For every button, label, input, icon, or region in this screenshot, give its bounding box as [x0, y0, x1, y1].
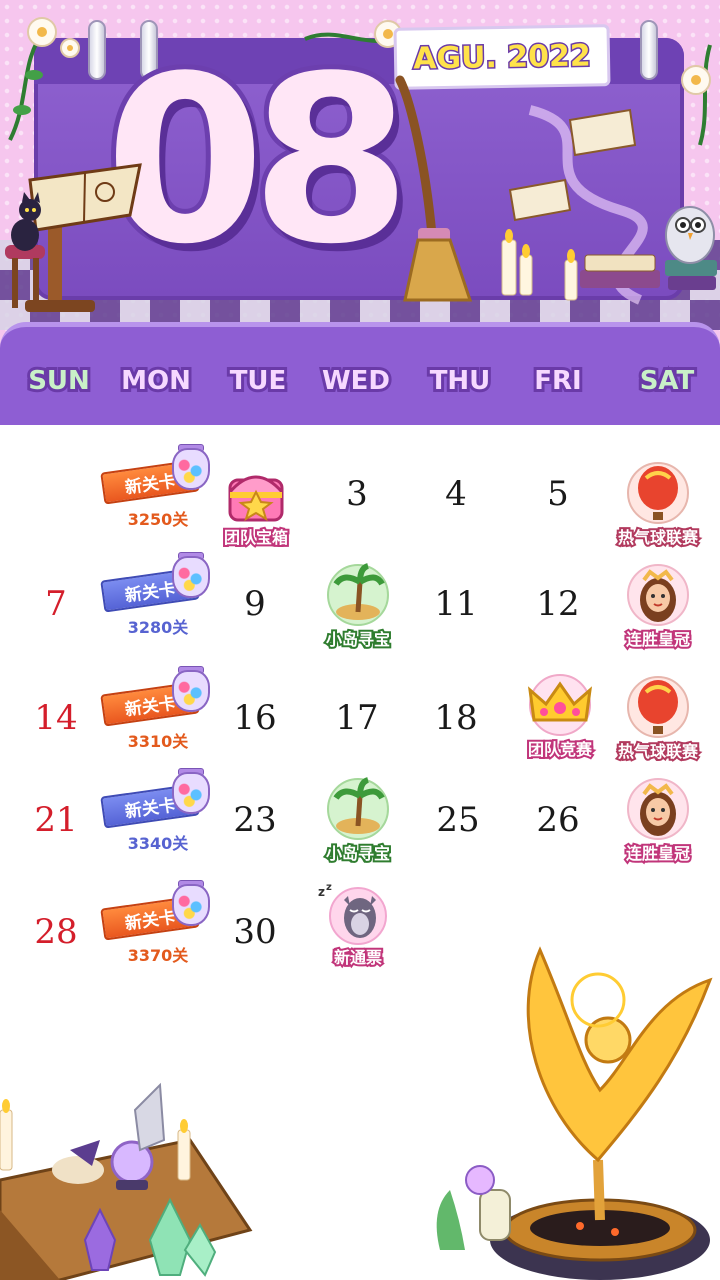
palm-island-icon [327, 777, 389, 840]
hot-air-balloon-icon [627, 462, 689, 524]
day-number: 7 [45, 584, 67, 624]
weekday-sat: SAT [637, 363, 698, 399]
day-number: 21 [34, 800, 78, 840]
broom-icon [395, 75, 473, 302]
day-number: 14 [34, 698, 78, 738]
day-number: 18 [434, 698, 478, 738]
candy-jar-icon [172, 448, 210, 490]
day-number: 28 [34, 912, 78, 952]
event-label: 新通票 [332, 946, 384, 969]
princess-portrait-icon [627, 564, 689, 626]
candy-jar-icon [172, 670, 210, 712]
binder-ring-icon [640, 20, 658, 80]
event-new-pass[interactable]: z z 新通票 [308, 878, 408, 969]
candy-jar-icon [172, 772, 210, 814]
weekday-wed: WED [319, 363, 393, 399]
event-label: 连胜皇冠 [624, 628, 692, 651]
candy-jar-icon [172, 556, 210, 598]
fortune-teller-desk-icon [0, 1082, 253, 1280]
event-win-streak-crown[interactable]: 连胜皇冠 [608, 560, 708, 651]
day-number: 16 [233, 698, 277, 738]
calendar-header: 08 AGU. 2022 SUN MON TUE WED THU FRI SAT [0, 0, 720, 425]
spellbook-lectern-icon [5, 163, 142, 312]
new-level-card[interactable]: 新关卡 3310关 [100, 666, 218, 754]
weekday-bar: SUN MON TUE WED THU FRI SAT [0, 322, 720, 425]
weekday-mon: MON [118, 363, 194, 399]
crown-icon [527, 674, 593, 736]
weekday-thu: THU [427, 363, 494, 399]
day-number: 3 [346, 474, 368, 514]
level-number: 3370关 [127, 946, 189, 965]
flower-vine-icon [8, 17, 80, 141]
level-number: 3340关 [127, 834, 189, 853]
event-label: 团队宝箱 [222, 526, 290, 549]
treasure-chest-icon [228, 475, 284, 522]
palm-island-icon [327, 563, 389, 626]
new-level-card[interactable]: 新关卡 3250关 [100, 444, 218, 532]
new-level-card[interactable]: 新关卡 3370关 [100, 880, 218, 968]
candy-jar-icon [172, 884, 210, 926]
day-number: 30 [233, 912, 277, 952]
golden-phoenix-icon [436, 946, 713, 1280]
level-number: 3280关 [127, 618, 189, 637]
event-label: 小岛寻宝 [324, 842, 392, 865]
day-number: 11 [434, 584, 478, 624]
day-number: 17 [335, 698, 379, 738]
sleeping-owl-icon: z z [318, 882, 387, 945]
event-label: 热气球联赛 [616, 526, 700, 549]
event-label: 小岛寻宝 [324, 628, 392, 651]
event-island-treasure[interactable]: 小岛寻宝 [308, 774, 408, 865]
event-team-contest[interactable]: 团队竞赛 [510, 670, 610, 761]
day-number: 25 [436, 800, 480, 840]
weekday-tue: TUE [227, 363, 290, 399]
weekday-sun: SUN [25, 363, 93, 399]
event-island-treasure[interactable]: 小岛寻宝 [308, 560, 408, 651]
day-number: 4 [445, 474, 467, 514]
princess-portrait-icon [627, 778, 689, 840]
event-balloon-league[interactable]: 热气球联赛 [608, 458, 708, 549]
level-number: 3310关 [127, 732, 189, 751]
new-level-card[interactable]: 新关卡 3280关 [100, 552, 218, 640]
day-number: 9 [244, 584, 266, 624]
level-number: 3250关 [127, 510, 189, 529]
new-level-card[interactable]: 新关卡 3340关 [100, 768, 218, 856]
day-number: 23 [233, 800, 277, 840]
svg-text:z: z [326, 882, 332, 893]
hot-air-balloon-icon [627, 676, 689, 738]
day-number: 12 [536, 584, 580, 624]
event-label: 热气球联赛 [616, 740, 700, 763]
event-balloon-league[interactable]: 热气球联赛 [608, 672, 708, 763]
day-number: 5 [547, 474, 569, 514]
event-label: 连胜皇冠 [624, 842, 692, 865]
day-number: 26 [536, 800, 580, 840]
magic-books-candles-icon [501, 105, 717, 305]
weekday-fri: FRI [531, 363, 584, 399]
svg-text:z: z [318, 885, 325, 899]
event-team-chest[interactable]: 团队宝箱 [206, 458, 306, 549]
event-win-streak-crown[interactable]: 连胜皇冠 [608, 774, 708, 865]
